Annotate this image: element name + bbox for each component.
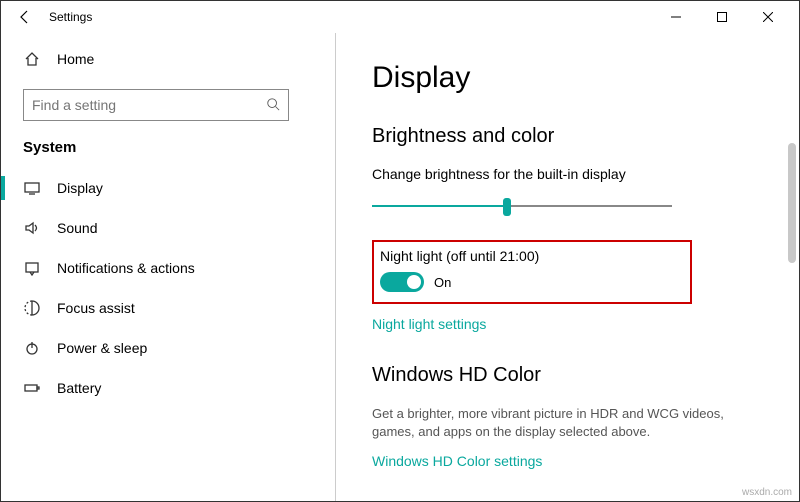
nav-sound[interactable]: Sound: [1, 208, 335, 248]
nav-battery[interactable]: Battery: [1, 368, 335, 408]
minimize-button[interactable]: [653, 1, 699, 33]
power-icon: [23, 339, 41, 357]
hdcolor-desc: Get a brighter, more vibrant picture in …: [372, 405, 752, 441]
nav-label: Battery: [57, 380, 101, 396]
toggle-state: On: [434, 275, 451, 290]
search-input[interactable]: [23, 89, 289, 121]
nav-label: Focus assist: [57, 300, 135, 316]
focus-icon: [23, 299, 41, 317]
watermark: wsxdn.com: [742, 487, 792, 498]
display-icon: [23, 179, 41, 197]
battery-icon: [23, 379, 41, 397]
scrollbar-thumb[interactable]: [788, 143, 796, 263]
nav-label: Notifications & actions: [57, 260, 195, 276]
brightness-label: Change brightness for the built-in displ…: [372, 166, 763, 182]
night-light-label: Night light (off until 21:00): [380, 248, 682, 264]
nav-label: Display: [57, 180, 103, 196]
night-light-settings-link[interactable]: Night light settings: [372, 316, 486, 332]
nav-notifications[interactable]: Notifications & actions: [1, 248, 335, 288]
nav-power-sleep[interactable]: Power & sleep: [1, 328, 335, 368]
sidebar: Home System Display Sound Notifications …: [1, 33, 336, 501]
hdcolor-settings-link[interactable]: Windows HD Color settings: [372, 453, 542, 469]
brightness-slider[interactable]: [372, 194, 672, 218]
maximize-button[interactable]: [699, 1, 745, 33]
section-hdcolor-heading: Windows HD Color: [372, 364, 763, 387]
nav-label: Sound: [57, 220, 97, 236]
search-icon: [266, 97, 280, 114]
category-title: System: [1, 131, 335, 168]
home-icon: [23, 50, 41, 68]
nav-display[interactable]: Display: [1, 168, 335, 208]
search-field[interactable]: [32, 97, 266, 113]
notifications-icon: [23, 259, 41, 277]
close-button[interactable]: [745, 1, 791, 33]
content-pane: Display Brightness and color Change brig…: [336, 33, 799, 501]
section-brightness-heading: Brightness and color: [372, 125, 763, 148]
nav-focus-assist[interactable]: Focus assist: [1, 288, 335, 328]
night-light-toggle[interactable]: [380, 272, 424, 292]
home-nav[interactable]: Home: [1, 39, 335, 79]
back-button[interactable]: [9, 9, 41, 25]
home-label: Home: [57, 51, 94, 67]
titlebar: Settings: [1, 1, 799, 33]
page-title: Display: [372, 61, 763, 95]
window-title: Settings: [49, 10, 92, 24]
sound-icon: [23, 219, 41, 237]
nav-label: Power & sleep: [57, 340, 147, 356]
night-light-group: Night light (off until 21:00) On: [372, 240, 692, 304]
